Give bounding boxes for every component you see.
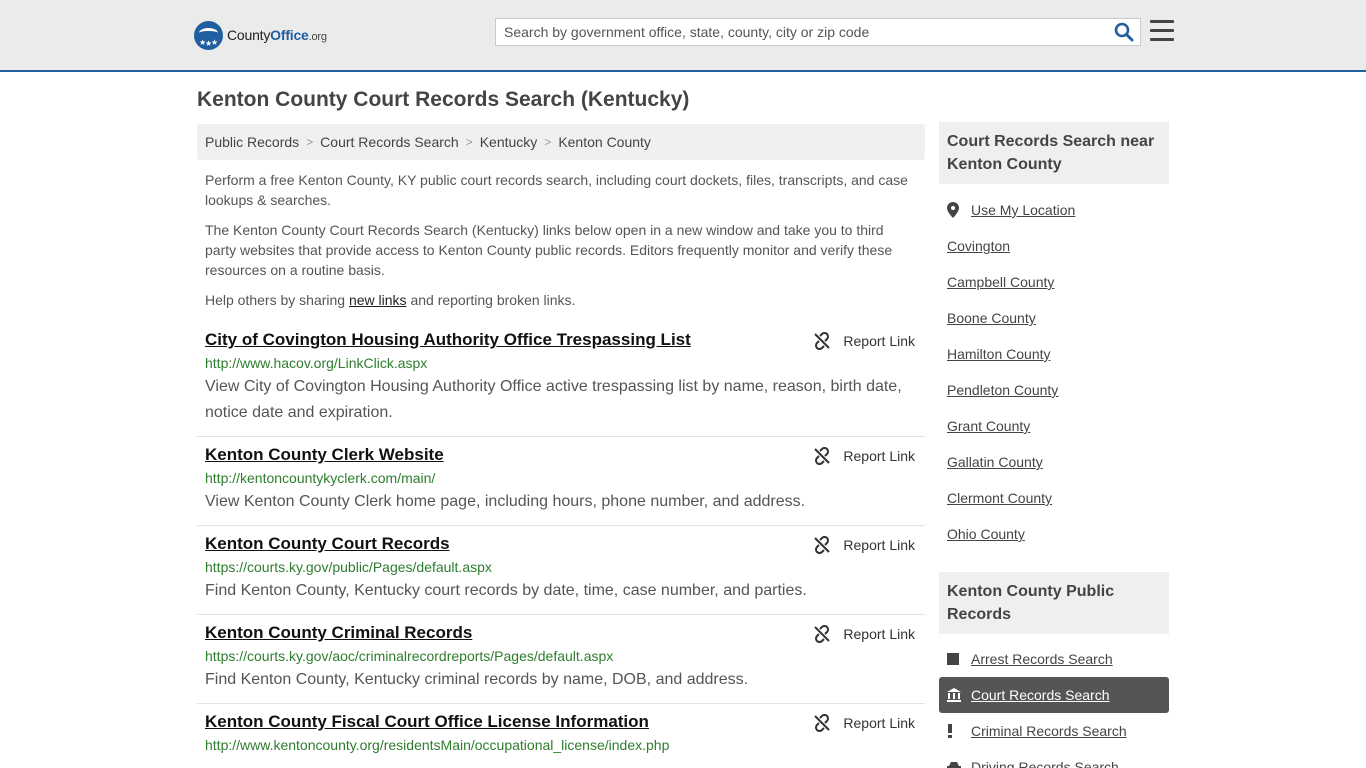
breadcrumb-public-records[interactable]: Public Records bbox=[205, 134, 299, 150]
result-title-link[interactable]: Kenton County Clerk Website bbox=[205, 445, 785, 465]
broken-link-icon bbox=[814, 714, 831, 732]
result-url[interactable]: http://www.hacov.org/LinkClick.aspx bbox=[205, 354, 917, 372]
disclaimer-paragraph: The Kenton County Court Records Search (… bbox=[205, 222, 893, 278]
page-title: Kenton County Court Records Search (Kent… bbox=[197, 88, 690, 111]
search-icon[interactable] bbox=[1114, 22, 1134, 42]
result-description: Find Kenton County, Kentucky criminal re… bbox=[205, 671, 749, 688]
result-item: Kenton County Fiscal Court Office Licens… bbox=[197, 704, 925, 764]
intro-paragraph: Perform a free Kenton County, KY public … bbox=[205, 172, 908, 208]
result-description: View Kenton County Clerk home page, incl… bbox=[205, 493, 806, 510]
breadcrumb-separator-icon: > bbox=[465, 135, 473, 149]
search-input[interactable] bbox=[496, 19, 1096, 45]
report-link-button[interactable]: Report Link bbox=[813, 447, 915, 465]
breadcrumb: Public Records > Court Records Search > … bbox=[197, 124, 925, 160]
nearby-link-ohio-county[interactable]: Ohio County bbox=[939, 516, 1169, 552]
result-item: City of Covington Housing Authority Offi… bbox=[197, 322, 925, 437]
sidebar-item-arrest-records[interactable]: Arrest Records Search bbox=[939, 641, 1169, 677]
report-link-button[interactable]: Report Link bbox=[813, 714, 915, 732]
result-url[interactable]: https://courts.ky.gov/public/Pages/defau… bbox=[205, 558, 917, 576]
breadcrumb-kenton-county[interactable]: Kenton County bbox=[558, 134, 651, 150]
sidebar-item-criminal-records[interactable]: Criminal Records Search bbox=[939, 713, 1169, 749]
nearby-link-grant-county[interactable]: Grant County bbox=[939, 408, 1169, 444]
breadcrumb-separator-icon: > bbox=[544, 135, 552, 149]
nearby-link-covington[interactable]: Covington bbox=[939, 228, 1169, 264]
nearby-link-clermont-county[interactable]: Clermont County bbox=[939, 480, 1169, 516]
nearby-link-campbell-county[interactable]: Campbell County bbox=[939, 264, 1169, 300]
report-link-button[interactable]: Report Link bbox=[813, 332, 915, 350]
nearby-list: Use My Location Covington Campbell Count… bbox=[939, 192, 1169, 552]
broken-link-icon bbox=[814, 332, 831, 350]
broken-link-icon bbox=[814, 447, 831, 465]
sidebar-item-court-records[interactable]: Court Records Search bbox=[939, 677, 1169, 713]
breadcrumb-separator-icon: > bbox=[306, 135, 314, 149]
new-links-link[interactable]: new links bbox=[349, 292, 407, 308]
nearby-link-boone-county[interactable]: Boone County bbox=[939, 300, 1169, 336]
result-url[interactable]: http://kentoncountykyclerk.com/main/ bbox=[205, 469, 917, 487]
share-paragraph: Help others by sharing new links and rep… bbox=[205, 292, 576, 308]
exclamation-icon bbox=[947, 724, 971, 738]
public-records-heading: Kenton County Public Records bbox=[939, 572, 1169, 634]
result-item: Kenton County Clerk Website http://kento… bbox=[197, 437, 925, 526]
courthouse-icon bbox=[947, 688, 971, 702]
search-box bbox=[495, 18, 1141, 46]
breadcrumb-kentucky[interactable]: Kentucky bbox=[480, 134, 538, 150]
breadcrumb-court-records-search[interactable]: Court Records Search bbox=[320, 134, 459, 150]
public-records-list: Arrest Records Search Court Records Sear… bbox=[939, 641, 1169, 768]
result-description: Find Kenton County, Kentucky court recor… bbox=[205, 582, 807, 599]
map-pin-icon bbox=[947, 202, 971, 218]
result-title-link[interactable]: Kenton County Court Records bbox=[205, 534, 785, 554]
car-icon bbox=[947, 761, 971, 768]
use-my-location-link[interactable]: Use My Location bbox=[939, 192, 1169, 228]
eagle-logo-icon: ★ ★ ★ bbox=[194, 20, 223, 50]
site-logo[interactable]: ★ ★ ★ CountyOffice.org bbox=[194, 20, 327, 50]
report-link-button[interactable]: Report Link bbox=[813, 625, 915, 643]
result-title-link[interactable]: City of Covington Housing Authority Offi… bbox=[205, 330, 785, 350]
result-item: Kenton County Court Records https://cour… bbox=[197, 526, 925, 615]
broken-link-icon bbox=[814, 625, 831, 643]
result-item: Kenton County Criminal Records https://c… bbox=[197, 615, 925, 704]
result-url[interactable]: http://www.kentoncounty.org/residentsMai… bbox=[205, 736, 917, 754]
nearby-link-gallatin-county[interactable]: Gallatin County bbox=[939, 444, 1169, 480]
sidebar-item-driving-records[interactable]: Driving Records Search bbox=[939, 749, 1169, 768]
results-list: City of Covington Housing Authority Offi… bbox=[197, 322, 925, 764]
logo-text: CountyOffice.org bbox=[227, 27, 327, 43]
nearby-heading: Court Records Search near Kenton County bbox=[939, 122, 1169, 184]
site-header: ★ ★ ★ CountyOffice.org bbox=[0, 0, 1366, 72]
result-description: View City of Covington Housing Authority… bbox=[205, 378, 902, 421]
result-title-link[interactable]: Kenton County Fiscal Court Office Licens… bbox=[205, 712, 785, 732]
hamburger-menu-icon[interactable] bbox=[1150, 20, 1174, 42]
result-title-link[interactable]: Kenton County Criminal Records bbox=[205, 623, 785, 643]
square-icon bbox=[947, 653, 971, 665]
broken-link-icon bbox=[814, 536, 831, 554]
nearby-link-pendleton-county[interactable]: Pendleton County bbox=[939, 372, 1169, 408]
result-url[interactable]: https://courts.ky.gov/aoc/criminalrecord… bbox=[205, 647, 917, 665]
nearby-link-hamilton-county[interactable]: Hamilton County bbox=[939, 336, 1169, 372]
report-link-button[interactable]: Report Link bbox=[813, 536, 915, 554]
